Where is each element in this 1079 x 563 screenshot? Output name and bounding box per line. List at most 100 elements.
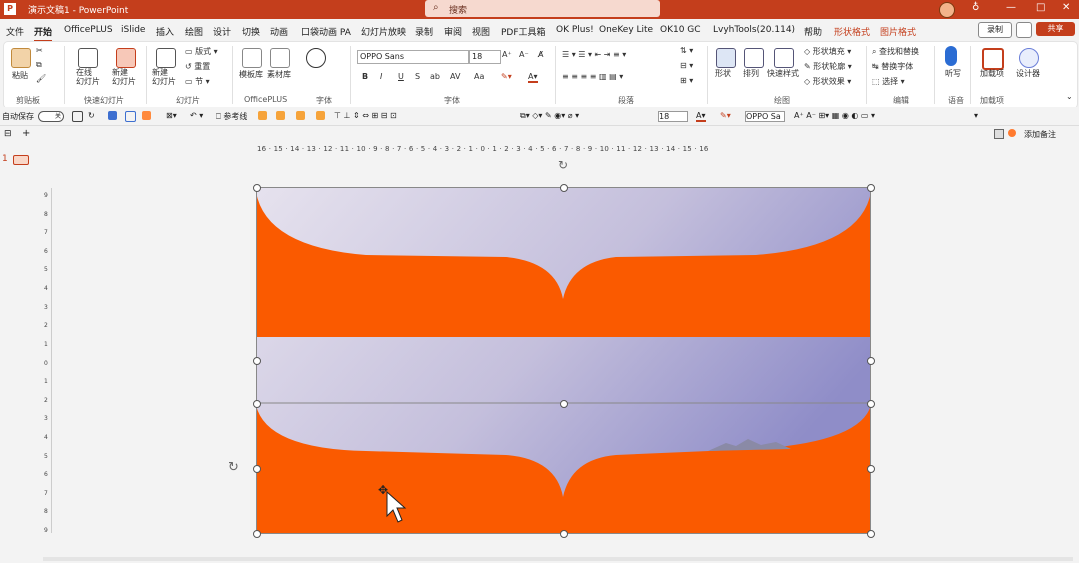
increase-font-icon[interactable]: A⁺ <box>502 50 512 59</box>
user-avatar[interactable] <box>939 2 955 18</box>
quick-slide-icon[interactable] <box>116 48 136 68</box>
resize-handle[interactable] <box>253 530 261 538</box>
comments-button[interactable] <box>1016 22 1032 38</box>
tab-pocket-animation[interactable]: 口袋动画 PA <box>301 25 351 38</box>
new-slide-label[interactable]: 新建 幻灯片 <box>152 68 176 86</box>
share-button[interactable]: 共享 <box>1036 22 1075 36</box>
add-icon[interactable]: + <box>22 128 30 139</box>
save-icon[interactable] <box>72 111 83 122</box>
bold-button[interactable]: B <box>362 72 368 81</box>
slide-icon[interactable] <box>108 111 117 120</box>
qat-font-tools[interactable]: A⁺ A⁻ ⊞▾ ▦ ◉ ◐ ▭ ▾ <box>794 111 875 120</box>
qat-font-size[interactable]: 18 <box>658 111 688 122</box>
slide-canvas[interactable] <box>253 184 875 538</box>
tab-record[interactable]: 录制 <box>415 25 433 38</box>
resize-handle[interactable] <box>560 184 568 192</box>
maximize-button[interactable]: □ <box>1036 2 1045 13</box>
qat-highlight-icon[interactable]: ✎▾ <box>720 111 731 120</box>
highlight-color-icon[interactable]: ✎▾ <box>501 72 512 81</box>
add-notes-button[interactable]: 添加备注 <box>1024 129 1056 140</box>
tab-view[interactable]: 视图 <box>472 25 490 38</box>
qat-font-color-icon[interactable]: A▾ <box>696 111 706 122</box>
search-box[interactable]: ⌕ 搜索 <box>425 0 660 17</box>
tab-transitions[interactable]: 切换 <box>242 25 260 38</box>
microphone-icon[interactable] <box>945 46 957 66</box>
learn-font-icon[interactable] <box>306 48 326 68</box>
quick-styles-label[interactable]: 快速样式 <box>767 68 799 79</box>
select-button[interactable]: ⬚ 选择 ▾ <box>872 76 905 87</box>
bullets-icon[interactable]: ☰ ▾ ☰ ▾ ⇤ ⇥ ≡ ▾ <box>562 50 626 59</box>
shape-outline-button[interactable]: ✎ 形状轮廓 ▾ <box>804 61 852 72</box>
font-size-dropdown[interactable]: 18 <box>469 50 501 64</box>
record-button[interactable]: 录制 <box>978 22 1012 38</box>
rotate-handle-icon[interactable]: ↻ <box>558 158 568 172</box>
clear-format-icon[interactable]: A̸ <box>538 50 543 59</box>
resize-handle[interactable] <box>867 184 875 192</box>
horizontal-scrollbar[interactable] <box>43 557 1073 561</box>
collapse-ribbon-icon[interactable]: ⌄ <box>1066 92 1073 101</box>
tab-ok-plus[interactable]: OK Plus! <box>556 25 594 35</box>
tab-shape-format[interactable]: 形状格式 <box>834 25 870 38</box>
find-replace-button[interactable]: ⌕ 查找和替换 <box>872 46 919 57</box>
layout-button[interactable]: ▭ 版式 ▾ <box>185 46 218 57</box>
new-slide-icon[interactable] <box>156 48 176 68</box>
cut-icon[interactable]: ✂ <box>36 46 43 55</box>
shapes-icon[interactable] <box>716 48 736 68</box>
resize-handle[interactable] <box>867 400 875 408</box>
color-icon[interactable] <box>142 111 151 120</box>
tab-slideshow[interactable]: 幻灯片放映 <box>361 25 406 38</box>
resize-handle[interactable] <box>867 465 875 473</box>
arrange-label[interactable]: 排列 <box>743 68 759 79</box>
italic-button[interactable]: I <box>380 72 382 81</box>
tab-animations[interactable]: 动画 <box>270 25 288 38</box>
tab-file[interactable]: 文件 <box>6 25 24 38</box>
dictate-label[interactable]: 听写 <box>945 68 961 79</box>
shadow-button[interactable]: S <box>415 72 420 81</box>
font-color-icon[interactable]: A▾ <box>528 72 538 83</box>
align-left-icon[interactable] <box>258 111 267 120</box>
arrange-icon[interactable] <box>744 48 764 68</box>
resize-handle[interactable] <box>253 184 261 192</box>
lightbulb-icon[interactable]: ♁ <box>972 2 979 13</box>
change-case-button[interactable]: Aa <box>474 72 484 81</box>
underline-button[interactable]: U <box>398 72 404 81</box>
tab-onekey-lite[interactable]: OneKey Lite <box>599 25 653 35</box>
text-direction-icon[interactable]: ⇅ ▾ <box>680 46 693 55</box>
font-name-dropdown[interactable]: OPPO Sans <box>357 50 469 64</box>
qat-font-name[interactable]: OPPO Sa <box>745 111 785 122</box>
powerpoint-app-icon[interactable]: P <box>4 3 16 15</box>
tab-lvyhtools[interactable]: LvyhTools(20.114) <box>713 25 795 35</box>
tab-pdf-tools[interactable]: PDF工具箱 <box>501 25 546 38</box>
format-painter-icon[interactable]: 🖌 <box>36 74 46 83</box>
tab-design[interactable]: 设计 <box>213 25 231 38</box>
slide-thumbnail[interactable] <box>13 155 29 165</box>
tab-review[interactable]: 审阅 <box>444 25 462 38</box>
redo-icon[interactable]: ↶ ▾ <box>190 111 203 120</box>
material-library-label[interactable]: 素材库 <box>267 69 291 80</box>
align-text-icon[interactable]: ⊟ ▾ <box>680 61 693 70</box>
paste-icon[interactable] <box>11 48 31 68</box>
tab-draw[interactable]: 绘图 <box>185 25 203 38</box>
distribute-icon[interactable] <box>316 111 325 120</box>
tab-ok10-gc[interactable]: OK10 GC <box>660 25 701 35</box>
tab-islide[interactable]: iSlide <box>121 25 145 35</box>
resize-handle[interactable] <box>253 465 261 473</box>
qat-customize-icon[interactable]: ▾ <box>974 111 978 120</box>
align-icons[interactable]: ≡ ≡ ≡ ≡ ▥ ▤ ▾ <box>562 72 623 81</box>
resize-handle[interactable] <box>253 400 261 408</box>
tab-help[interactable]: 帮助 <box>804 25 822 38</box>
tab-insert[interactable]: 插入 <box>156 25 174 38</box>
resize-handle[interactable] <box>253 357 261 365</box>
resize-handle[interactable] <box>867 530 875 538</box>
shape-effect-button[interactable]: ◇ 形状效果 ▾ <box>804 76 851 87</box>
shape-tools-icons[interactable]: ⧉▾ ◇▾ ✎ ◉▾ ⌀ ▾ <box>520 111 579 121</box>
tab-home[interactable]: 开始 <box>34 25 53 42</box>
rotate-handle-icon-2[interactable]: ↻ <box>228 460 239 475</box>
shapes-label[interactable]: 形状 <box>715 68 731 79</box>
notes-icon[interactable] <box>994 129 1004 139</box>
resize-handle[interactable] <box>560 400 568 408</box>
autosave-toggle[interactable]: 关 <box>38 111 64 122</box>
minimize-button[interactable]: — <box>1006 2 1016 13</box>
align-center-icon[interactable] <box>276 111 285 120</box>
template-library-icon[interactable] <box>242 48 262 68</box>
